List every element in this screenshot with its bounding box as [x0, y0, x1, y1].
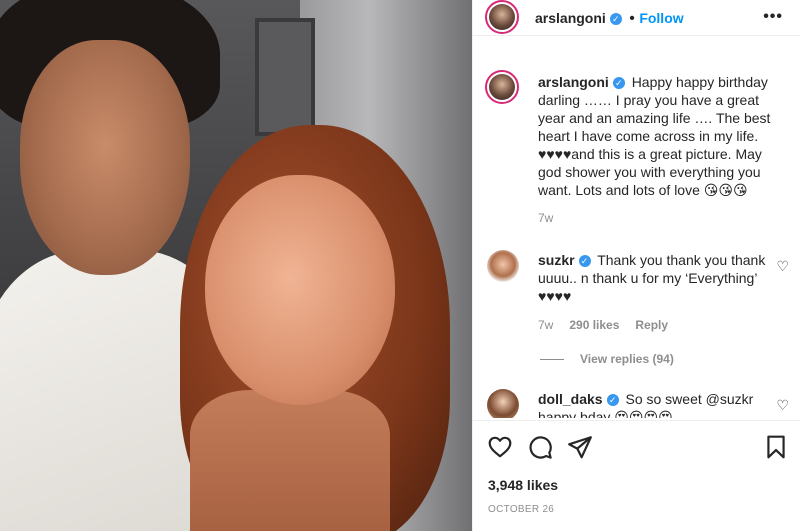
commenter-avatar[interactable]: [487, 250, 519, 282]
photo-woman-face: [205, 175, 395, 405]
comment-icon[interactable]: [527, 434, 553, 460]
share-paper-plane-icon[interactable]: [567, 434, 593, 460]
comment-body: suzkr ✓ Thank you thank you thank uuuu.. …: [538, 251, 772, 305]
view-replies-label: View replies (94): [580, 352, 674, 366]
photo-woman-neck: [190, 390, 390, 531]
commenter-avatar[interactable]: [487, 389, 519, 418]
follow-button[interactable]: Follow: [639, 10, 683, 26]
comment-body: doll_daks ✓ So so sweet @suzkr happy bday…: [538, 390, 772, 418]
caption-avatar[interactable]: [485, 70, 519, 104]
post-likes-count[interactable]: 3,948 likes: [488, 477, 558, 493]
commenter-username[interactable]: suzkr: [538, 252, 575, 268]
post-actions: 3,948 likes OCTOBER 26: [473, 420, 800, 531]
post-side-panel: arslangoni ✓ • Follow ••• arslangoni ✓ Hap…: [472, 0, 800, 531]
view-replies-line: [540, 359, 564, 361]
comment-like-heart-icon[interactable]: ♡: [776, 258, 789, 275]
caption: arslangoni ✓ Happy happy birthday darling…: [538, 73, 788, 199]
comment-likes[interactable]: 290 likes: [569, 318, 619, 332]
more-options-icon[interactable]: •••: [763, 8, 783, 26]
author-username[interactable]: arslangoni: [535, 10, 606, 26]
save-bookmark-icon[interactable]: [763, 434, 789, 460]
verified-icon: ✓: [578, 255, 591, 267]
comment-time[interactable]: 7w: [538, 318, 553, 332]
author-avatar[interactable]: [485, 0, 519, 34]
commenter-username[interactable]: doll_daks: [538, 391, 603, 407]
caption-text: Happy happy birthday darling …… I pray y…: [538, 74, 771, 198]
post-date[interactable]: OCTOBER 26: [488, 504, 554, 515]
post-photo[interactable]: [0, 0, 472, 531]
verified-icon: ✓: [612, 77, 625, 89]
verified-icon: ✓: [606, 394, 619, 406]
comment-like-heart-icon[interactable]: ♡: [776, 397, 789, 414]
caption-time[interactable]: 7w: [538, 211, 553, 225]
comment-reply-button[interactable]: Reply: [635, 318, 668, 332]
verified-icon: ✓: [609, 13, 622, 25]
header-author: arslangoni ✓ • Follow: [535, 10, 684, 28]
comment-meta: 7w 290 likes Reply: [538, 318, 668, 332]
photo-background-frame: [255, 18, 315, 136]
header-separator: •: [629, 10, 635, 27]
post-header: arslangoni ✓ • Follow •••: [473, 0, 800, 36]
photo-man-face: [20, 40, 190, 275]
like-heart-icon[interactable]: [487, 434, 513, 460]
view-replies-button[interactable]: View replies (94): [540, 352, 674, 366]
comments-list[interactable]: arslangoni ✓ Happy happy birthday darling…: [473, 56, 800, 418]
caption-username[interactable]: arslangoni: [538, 74, 609, 90]
